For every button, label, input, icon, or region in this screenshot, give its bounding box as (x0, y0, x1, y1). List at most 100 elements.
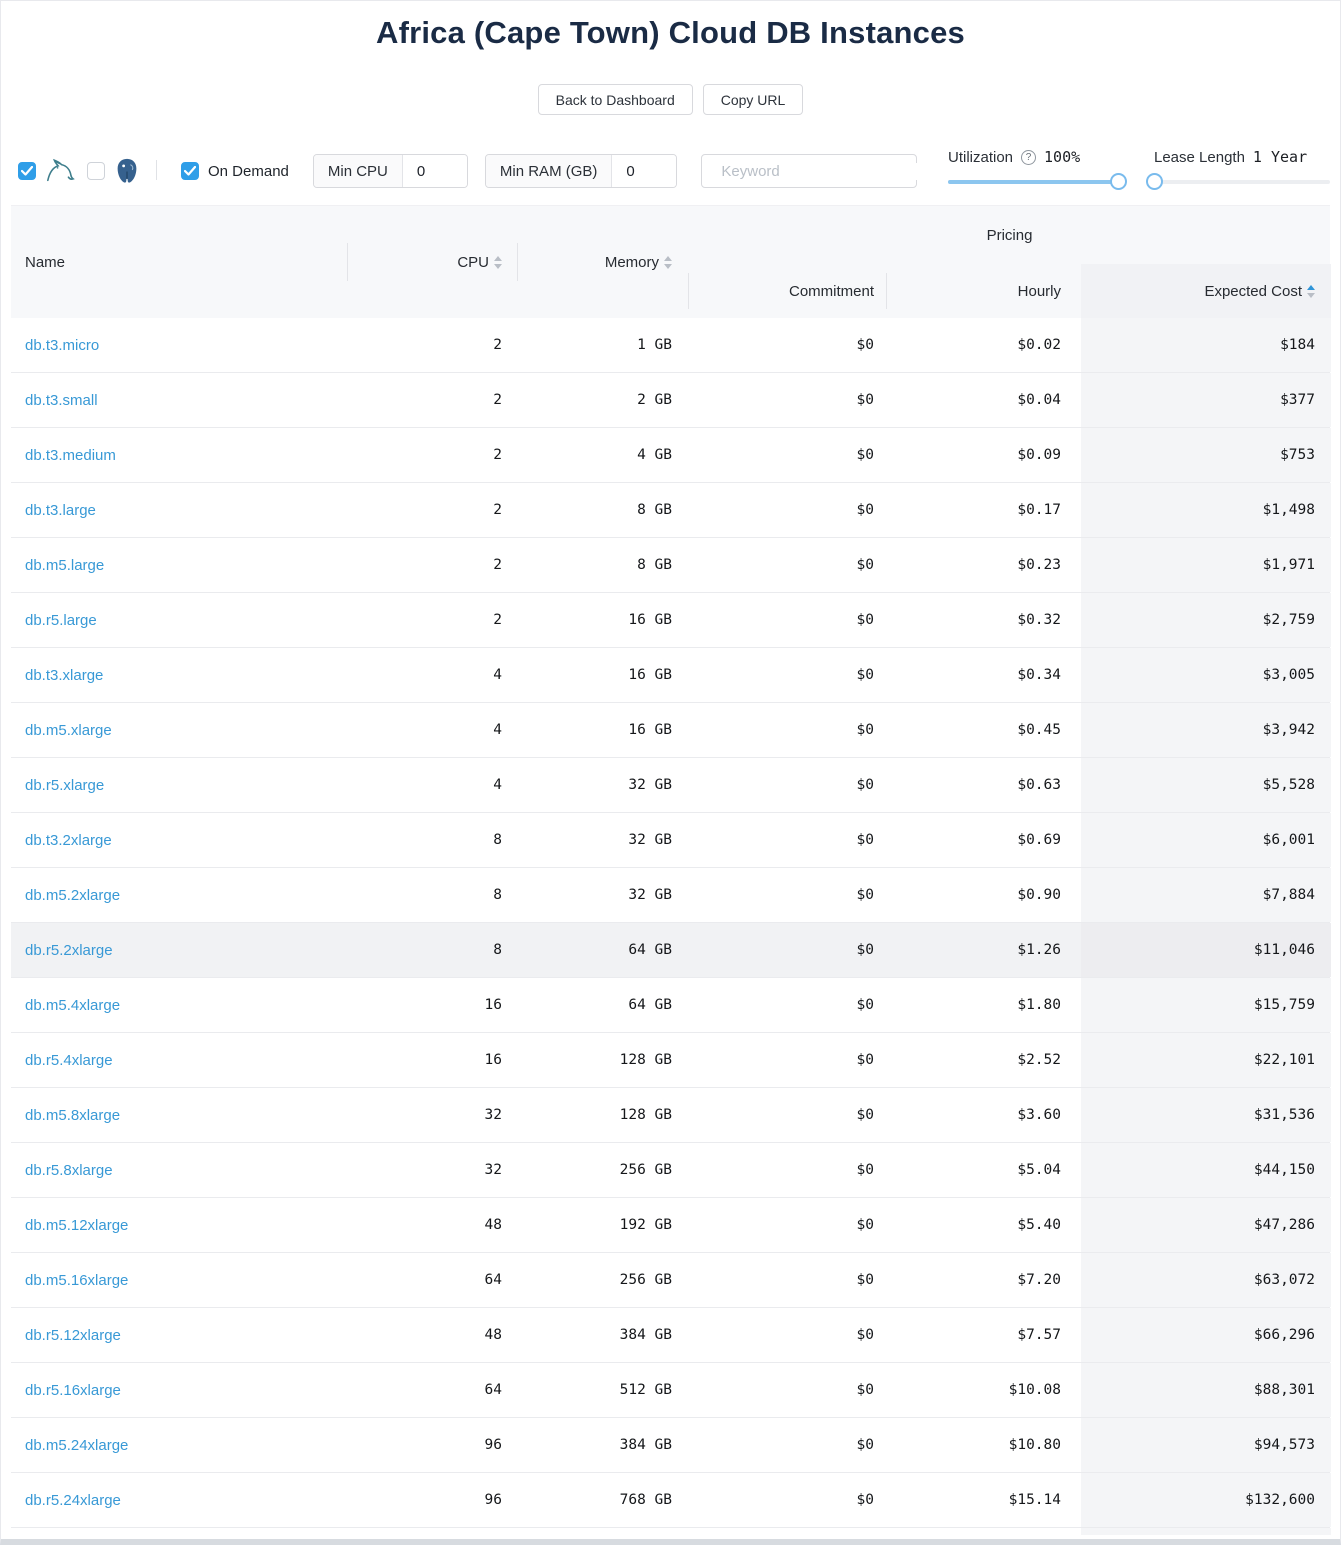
instance-name-link[interactable]: db.m5.xlarge (25, 722, 112, 739)
table-row[interactable]: db.m5.2xlarge 8 32 GB $0 $0.90 $7,884 (11, 868, 1330, 923)
table-row[interactable]: db.m5.12xlarge 48 192 GB $0 $5.40 $47,28… (11, 1198, 1330, 1253)
commitment-cell: $0 (688, 428, 886, 482)
table-row[interactable]: db.t3.micro 2 1 GB $0 $0.02 $184 (11, 318, 1330, 373)
instance-name-link[interactable]: db.t3.small (25, 392, 98, 409)
memory-cell: 128 GB (518, 1088, 688, 1142)
mysql-checkbox[interactable] (18, 162, 36, 180)
commitment-cell: $0 (688, 1088, 886, 1142)
instance-name-link[interactable]: db.r5.24xlarge (25, 1492, 121, 1509)
lease-length-control: Lease Length 1 Year (1154, 148, 1330, 190)
table-row[interactable]: db.m5.large 2 8 GB $0 $0.23 $1,971 (11, 538, 1330, 593)
page: Africa (Cape Town) Cloud DB Instances Ba… (0, 0, 1341, 1545)
memory-cell: 128 GB (518, 1033, 688, 1087)
commitment-cell: $0 (688, 868, 886, 922)
cpu-cell: 16 (348, 978, 518, 1032)
expected-cost-cell: $377 (1081, 373, 1331, 427)
lease-length-slider[interactable] (1154, 173, 1330, 190)
memory-header-label: Memory (605, 254, 659, 271)
column-header-cpu[interactable]: CPU (348, 206, 518, 318)
cpu-cell: 8 (348, 813, 518, 867)
table-row[interactable]: db.m5.16xlarge 64 256 GB $0 $7.20 $63,07… (11, 1253, 1330, 1308)
back-to-dashboard-button[interactable]: Back to Dashboard (538, 84, 693, 115)
copy-url-button[interactable]: Copy URL (703, 84, 804, 115)
instance-name-link[interactable]: db.t3.xlarge (25, 667, 103, 684)
utilization-label: Utilization (948, 149, 1013, 166)
table-row[interactable]: db.t3.medium 2 4 GB $0 $0.09 $753 (11, 428, 1330, 483)
table-row[interactable]: db.r5.16xlarge 64 512 GB $0 $10.08 $88,3… (11, 1363, 1330, 1418)
memory-cell: 4 GB (518, 428, 688, 482)
sort-icon (664, 256, 672, 269)
table-row[interactable]: db.m5.8xlarge 32 128 GB $0 $3.60 $31,536 (11, 1088, 1330, 1143)
keyword-input[interactable] (721, 163, 920, 180)
instance-name-link[interactable]: db.r5.4xlarge (25, 1052, 113, 1069)
cpu-cell: 2 (348, 538, 518, 592)
min-ram-input[interactable] (612, 155, 676, 187)
memory-cell: 8 GB (518, 483, 688, 537)
postgresql-checkbox[interactable] (87, 162, 105, 180)
instance-name-link[interactable]: db.m5.large (25, 557, 104, 574)
instance-name-link[interactable]: db.m5.8xlarge (25, 1107, 120, 1124)
instance-name-link[interactable]: db.t3.large (25, 502, 96, 519)
column-header-expected-cost[interactable]: Expected Cost (1081, 264, 1331, 318)
hourly-cell: $0.45 (886, 703, 1081, 757)
column-header-memory[interactable]: Memory (518, 206, 688, 318)
table-row[interactable]: db.r5.2xlarge 8 64 GB $0 $1.26 $11,046 (11, 923, 1330, 978)
memory-cell: 256 GB (518, 1143, 688, 1197)
instance-name-link[interactable]: db.r5.2xlarge (25, 942, 113, 959)
instance-name-link[interactable]: db.t3.micro (25, 337, 99, 354)
table-row[interactable]: db.t3.large 2 8 GB $0 $0.17 $1,498 (11, 483, 1330, 538)
commitment-cell: $0 (688, 483, 886, 537)
commitment-cell: $0 (688, 318, 886, 372)
commitment-cell: $0 (688, 923, 886, 977)
expected-cost-cell: $1,498 (1081, 483, 1331, 537)
cpu-cell: 48 (348, 1198, 518, 1252)
table-row[interactable]: db.r5.24xlarge 96 768 GB $0 $15.14 $132,… (11, 1473, 1330, 1528)
table-row[interactable]: db.m5.24xlarge 96 384 GB $0 $10.80 $94,5… (11, 1418, 1330, 1473)
instance-name-link[interactable]: db.m5.16xlarge (25, 1272, 128, 1289)
expected-cost-cell: $88,301 (1081, 1363, 1331, 1417)
table-row[interactable]: db.t3.2xlarge 8 32 GB $0 $0.69 $6,001 (11, 813, 1330, 868)
min-cpu-input[interactable] (403, 155, 467, 187)
instance-name-link[interactable]: db.r5.large (25, 612, 97, 629)
hourly-cell: $0.69 (886, 813, 1081, 867)
instance-name-link[interactable]: db.t3.2xlarge (25, 832, 112, 849)
table-row[interactable]: db.m5.4xlarge 16 64 GB $0 $1.80 $15,759 (11, 978, 1330, 1033)
table-row[interactable]: db.r5.8xlarge 32 256 GB $0 $5.04 $44,150 (11, 1143, 1330, 1198)
instance-name-link[interactable]: db.r5.16xlarge (25, 1382, 121, 1399)
instance-name-link[interactable]: db.r5.xlarge (25, 777, 104, 794)
expected-cost-cell: $1,971 (1081, 538, 1331, 592)
table-row[interactable]: db.r5.4xlarge 16 128 GB $0 $2.52 $22,101 (11, 1033, 1330, 1088)
table-row[interactable]: db.t3.xlarge 4 16 GB $0 $0.34 $3,005 (11, 648, 1330, 703)
commitment-cell: $0 (688, 1363, 886, 1417)
slider-handle[interactable] (1110, 173, 1127, 190)
cpu-cell: 8 (348, 868, 518, 922)
table-row[interactable]: db.r5.12xlarge 48 384 GB $0 $7.57 $66,29… (11, 1308, 1330, 1363)
instance-name-link[interactable]: db.m5.2xlarge (25, 887, 120, 904)
table-row[interactable]: db.r5.xlarge 4 32 GB $0 $0.63 $5,528 (11, 758, 1330, 813)
instance-name-link[interactable]: db.r5.8xlarge (25, 1162, 113, 1179)
on-demand-checkbox[interactable] (181, 162, 199, 180)
instance-name-link[interactable]: db.m5.4xlarge (25, 997, 120, 1014)
memory-cell: 192 GB (518, 1198, 688, 1252)
utilization-slider[interactable] (948, 173, 1118, 190)
instance-name-link[interactable]: db.r5.12xlarge (25, 1327, 121, 1344)
hourly-cell: $2.52 (886, 1033, 1081, 1087)
divider (156, 160, 157, 180)
table-row[interactable]: db.t3.small 2 2 GB $0 $0.04 $377 (11, 373, 1330, 428)
memory-cell: 768 GB (518, 1473, 688, 1527)
table-row[interactable]: db.m5.xlarge 4 16 GB $0 $0.45 $3,942 (11, 703, 1330, 758)
table-row[interactable]: db.r5.large 2 16 GB $0 $0.32 $2,759 (11, 593, 1330, 648)
memory-cell: 64 GB (518, 923, 688, 977)
instance-name-link[interactable]: db.t3.medium (25, 447, 116, 464)
slider-handle[interactable] (1146, 173, 1163, 190)
expected-cost-cell: $753 (1081, 428, 1331, 482)
instance-name-link[interactable]: db.m5.24xlarge (25, 1437, 128, 1454)
instances-table: Name CPU Memory Pricing Commitment Hourl… (11, 205, 1330, 1535)
instance-name-link[interactable]: db.m5.12xlarge (25, 1217, 128, 1234)
hourly-cell: $0.09 (886, 428, 1081, 482)
help-icon[interactable]: ? (1021, 150, 1036, 165)
memory-cell: 256 GB (518, 1253, 688, 1307)
hourly-cell: $7.20 (886, 1253, 1081, 1307)
expected-cost-cell: $31,536 (1081, 1088, 1331, 1142)
slider-track[interactable] (1154, 180, 1330, 184)
